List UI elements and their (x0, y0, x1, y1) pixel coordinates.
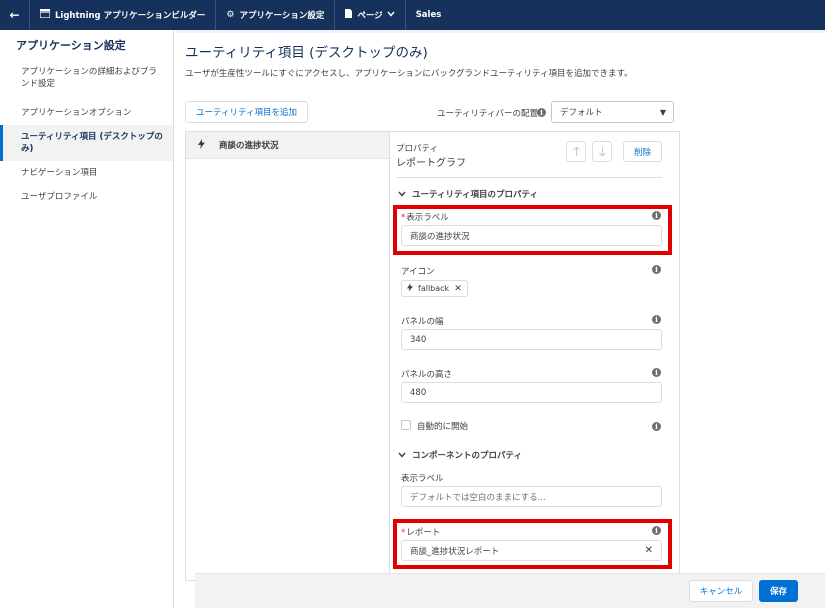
divider (396, 177, 662, 178)
component-section-title: コンポーネントのプロパティ (412, 451, 522, 461)
sidebar-item-details-branding[interactable]: アプリケーションの詳細およびブランド設定 (0, 60, 173, 96)
back-arrow-icon: ← (9, 8, 20, 22)
gear-icon: ⚙ (226, 10, 235, 20)
app-builder-header: ← Lightning アプリケーションビルダー ⚙ アプリケーション設定 ペー… (0, 0, 825, 30)
utility-bar-placement-select[interactable]: デフォルト ▼ (551, 101, 674, 123)
placement-selected-value: デフォルト (560, 108, 603, 118)
panel-height-label: パネルの高さ (401, 370, 453, 380)
builder-title: Lightning アプリケーションビルダー (30, 0, 217, 30)
chevron-down-icon (398, 451, 406, 460)
move-up-button[interactable] (566, 141, 586, 162)
settings-sidebar: アプリケーション設定 アプリケーションの詳細およびブランド設定 アプリケーション… (0, 30, 174, 608)
panel-height-value: 480 (410, 387, 427, 398)
utility-item-row[interactable]: 商談の進捗状況 (186, 132, 389, 159)
component-label-placeholder: デフォルトでは空白のままにする... (410, 492, 546, 503)
remove-icon[interactable]: ✕ (454, 284, 462, 294)
autostart-checkbox[interactable] (401, 420, 411, 430)
page-icon (345, 9, 353, 21)
component-label-input[interactable]: デフォルトでは空白のままにする... (401, 486, 662, 507)
icon-field-label: アイコン (401, 267, 435, 277)
sidebar-title: アプリケーション設定 (16, 39, 126, 52)
info-icon[interactable]: i (652, 368, 661, 377)
dropdown-caret-icon: ▼ (659, 107, 666, 117)
save-button[interactable]: 保存 (759, 580, 798, 602)
highlight-box-display-label (393, 205, 672, 255)
app-settings-label: アプリケーション設定 (239, 11, 325, 21)
back-button[interactable]: ← (0, 0, 30, 30)
lightning-bolt-icon (407, 282, 413, 295)
utility-bar-placement-label: ユーティリティバーの配置 (437, 109, 538, 119)
move-down-button[interactable] (592, 141, 612, 162)
utility-properties-section[interactable]: ユーティリティ項目のプロパティ (398, 188, 538, 200)
app-name: Sales (415, 10, 442, 20)
icon-pill-label: fallback (418, 284, 450, 293)
component-properties-section[interactable]: コンポーネントのプロパティ (398, 449, 522, 461)
sidebar-item-user-profiles[interactable]: ユーザプロファイル (0, 185, 173, 209)
builder-label: Lightning アプリケーションビルダー (55, 11, 206, 21)
component-label-field-label: 表示ラベル (401, 474, 444, 484)
delete-button[interactable]: 削除 (623, 141, 662, 162)
info-icon[interactable]: i (652, 265, 661, 274)
utility-item-label: 商談の進捗状況 (219, 141, 279, 151)
highlight-box-report (393, 519, 672, 569)
panel-width-label: パネルの幅 (401, 317, 444, 327)
component-name: レポートグラフ (396, 158, 466, 169)
panel-width-value: 340 (410, 334, 427, 345)
panel-width-input[interactable]: 340 (401, 329, 662, 350)
utility-items-list: 商談の進捗状況 (185, 131, 389, 581)
pages-label: ページ (357, 11, 383, 21)
properties-heading: プロパティ (396, 144, 438, 154)
cancel-button[interactable]: キャンセル (689, 580, 753, 602)
arrow-down-icon (598, 147, 606, 156)
sidebar-item-app-options[interactable]: アプリケーションオプション (0, 101, 173, 125)
arrow-up-icon (572, 147, 580, 156)
page-title: ユーティリティ項目 (デスクトップのみ) (185, 45, 428, 61)
main-top-border (176, 30, 825, 33)
autostart-label: 自動的に開始 (417, 422, 469, 432)
icon-pill[interactable]: fallback ✕ (401, 280, 468, 297)
app-settings-tab[interactable]: ⚙ アプリケーション設定 (216, 0, 336, 30)
utility-section-title: ユーティリティ項目のプロパティ (412, 190, 538, 200)
add-utility-item-button[interactable]: ユーティリティ項目を追加 (185, 101, 308, 123)
info-icon[interactable]: i (652, 315, 661, 324)
pages-menu[interactable]: ページ (335, 0, 406, 30)
lightning-bolt-icon (198, 138, 205, 152)
page-description: ユーザが生産性ツールにすぐにアクセスし、アプリケーションにバックグランドユーティ… (185, 69, 633, 79)
info-icon[interactable]: i (652, 422, 661, 431)
sidebar-item-utility-items[interactable]: ユーティリティ項目 (デスクトップのみ) (0, 125, 173, 161)
info-icon[interactable]: i (537, 108, 546, 117)
chevron-down-icon (398, 190, 406, 199)
sidebar-item-navigation-items[interactable]: ナビゲーション項目 (0, 161, 173, 185)
panel-height-input[interactable]: 480 (401, 382, 662, 403)
chevron-down-icon (387, 10, 395, 20)
app-builder-icon (39, 9, 51, 21)
